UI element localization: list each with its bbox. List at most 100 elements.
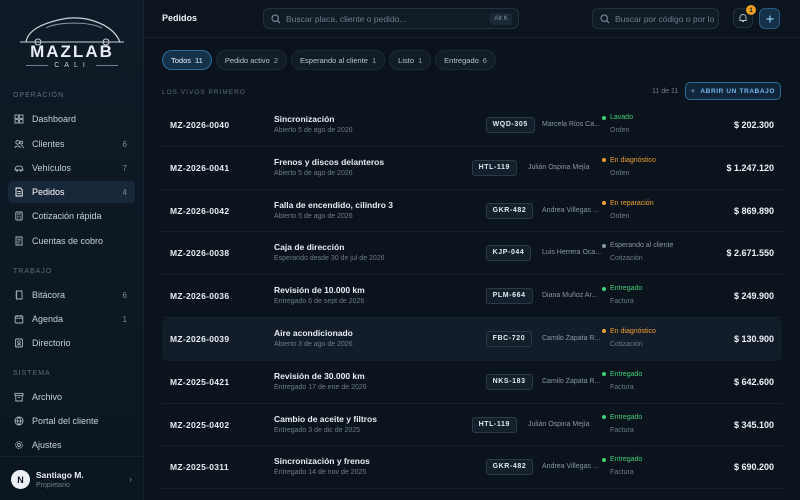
table-row[interactable]: MZ-2025-0421 Revisión de 30.000 km Entrega…	[162, 361, 782, 404]
table-row[interactable]: MZ-2026-0040 Sincronización Abierto 5 de a…	[162, 104, 782, 147]
sidebar-item-cuentas-de-cobro[interactable]: Cuentas de cobro	[8, 230, 135, 252]
list-count: 11 de 11	[652, 88, 679, 95]
order-subtitle: Abierto 5 de ago de 2026	[274, 169, 353, 177]
order-code: MZ-2026-0040	[170, 120, 230, 130]
status-label: Entregado	[610, 285, 643, 293]
order-code: MZ-2025-0402	[170, 419, 230, 430]
table-row[interactable]: MZ-2026-0039 Aire acondicionado Abierto 3 …	[162, 317, 782, 361]
status-dot	[602, 115, 606, 120]
document-type: Cotización	[610, 255, 643, 263]
order-title: Revisión de 30.000 km	[274, 370, 365, 381]
status-label: Esperando al cliente	[610, 242, 674, 250]
sidebar-item-ajustes[interactable]: Ajustes	[8, 434, 135, 456]
plus-icon: +	[690, 87, 696, 95]
status-label: En diagnóstico	[610, 156, 656, 164]
document-type: Factura	[610, 298, 634, 306]
new-job-label: ABRIR UN TRABAJO	[700, 87, 775, 95]
order-title: Caja de dirección	[274, 242, 345, 253]
license-plate: PLM-664	[485, 288, 533, 305]
code-search-box[interactable]	[592, 8, 719, 29]
order-title: Revisión de 10.000 km	[274, 285, 365, 296]
status-badge: Entregado	[602, 371, 642, 378]
document-type: Factura	[610, 383, 634, 391]
status-label: Entregado	[610, 370, 643, 378]
search-icon	[271, 14, 281, 24]
notifications-button[interactable]: 1	[733, 5, 756, 28]
filter-tab[interactable]: Todos 11	[162, 50, 212, 70]
brand-logo[interactable]: MAZLAB CALI	[8, 12, 136, 72]
sidebar-item-portal-del-cliente[interactable]: Portal del cliente	[8, 410, 135, 432]
filter-tab[interactable]: Esperando al cliente 1	[291, 50, 386, 70]
archive-icon	[14, 392, 24, 402]
status-label: Lavado	[610, 114, 633, 121]
sidebar-item-agenda[interactable]: Agenda 1	[8, 308, 135, 330]
sidebar-item-label: Ajustes	[32, 440, 62, 450]
order-amount: $ 690.200	[733, 462, 774, 473]
order-code: MZ-2026-0039	[170, 333, 230, 344]
orders-list: MZ-2026-0040 Sincronización Abierto 5 de a…	[162, 104, 782, 490]
sidebar-item-label: Vehículos	[32, 163, 72, 173]
order-amount: $ 345.100	[733, 419, 774, 430]
new-job-button[interactable]: + ABRIR UN TRABAJO	[685, 82, 781, 100]
status-label: Entregado	[610, 413, 643, 421]
license-plate: WQD-305	[485, 117, 535, 133]
client-name: Luis Herrera Oca...	[542, 249, 602, 257]
table-row[interactable]: MZ-2026-0042 Falla de encendido, cilindro…	[162, 190, 782, 233]
filter-tab[interactable]: Pedido activo 2	[215, 50, 288, 70]
gear-icon	[14, 440, 24, 450]
notebook-icon	[14, 290, 24, 300]
sidebar-item-clientes[interactable]: Clientes 6	[8, 133, 135, 155]
filter-tab-label: Entregado	[444, 55, 479, 65]
code-search-input[interactable]	[615, 13, 718, 24]
order-amount: $ 869.890	[733, 205, 774, 216]
search-input[interactable]	[286, 13, 518, 24]
order-code: MZ-2026-0036	[170, 291, 230, 302]
sidebar-item-dashboard[interactable]: Dashboard	[8, 108, 135, 130]
filter-tab[interactable]: Listo 1	[389, 50, 432, 70]
user-name: Santiago M.	[36, 470, 84, 480]
sidebar-item-label: Clientes	[32, 139, 65, 149]
document-type: Orden	[610, 169, 630, 177]
sidebar-item-pedidos[interactable]: Pedidos 4	[8, 181, 135, 203]
sidebar-item-label: Agenda	[32, 314, 64, 324]
status-badge: Entregado	[602, 414, 642, 421]
table-row[interactable]: MZ-2026-0036 Revisión de 10.000 km Entrega…	[162, 275, 782, 318]
sidebar-item-archivo[interactable]: Archivo	[8, 386, 135, 408]
user-role: Propietario	[36, 482, 70, 489]
client-name: Diana Muñoz Ar...	[542, 292, 598, 300]
document-type: Orden	[610, 212, 630, 220]
chevron-right-icon: ›	[129, 474, 132, 484]
table-row[interactable]: MZ-2025-0311 Sincronización y frenos Entre…	[162, 446, 782, 490]
sidebar-item-label: Dashboard	[32, 114, 77, 124]
order-title: Sincronización y frenos	[274, 456, 370, 467]
sidebar-item-cotizacion-rapida[interactable]: Cotización rápida	[8, 205, 135, 227]
order-subtitle: Entregado 3 de dic de 2025	[274, 426, 361, 434]
status-dot	[602, 158, 606, 163]
order-code: MZ-2026-0042	[170, 205, 230, 216]
topbar: Pedidos Alt K 1	[144, 0, 800, 38]
user-menu[interactable]: N Santiago M. Propietario ›	[0, 456, 144, 500]
status-label: En reparación	[610, 199, 654, 207]
sidebar-item-label: Archivo	[32, 392, 63, 402]
sidebar-item-bitacora[interactable]: Bitácora 6	[8, 284, 135, 306]
sidebar-item-label: Bitácora	[32, 290, 66, 300]
table-row[interactable]: MZ-2026-0038 Caja de dirección Esperando d…	[162, 232, 782, 276]
sidebar-item-label: Pedidos	[32, 187, 65, 197]
sidebar-item-count: 1	[122, 314, 127, 324]
order-amount: $ 202.300	[733, 120, 774, 130]
sidebar: MAZLAB CALI OPERACIÓN Dashboard Clientes 6 V…	[0, 0, 144, 500]
search-icon	[600, 14, 610, 24]
order-amount: $ 2.671.550	[726, 248, 774, 259]
filter-tab[interactable]: Entregado 6	[435, 50, 496, 70]
sidebar-item-vehiculos[interactable]: Vehículos 7	[8, 157, 135, 179]
car-silhouette-icon	[20, 17, 124, 46]
status-dot	[602, 457, 606, 462]
search-box[interactable]: Alt K	[263, 8, 519, 29]
table-row[interactable]: MZ-2026-0041 Frenos y discos delanteros Ab…	[162, 147, 782, 190]
table-row[interactable]: MZ-2025-0402 Cambio de aceite y filtros En…	[162, 404, 782, 447]
sidebar-item-directorio[interactable]: Directorio	[8, 332, 135, 354]
status-badge: Entregado	[602, 285, 642, 292]
add-button[interactable]	[759, 8, 780, 29]
status-dot	[602, 329, 606, 334]
order-subtitle: Entregado 6 de sept de 2026	[274, 298, 365, 306]
